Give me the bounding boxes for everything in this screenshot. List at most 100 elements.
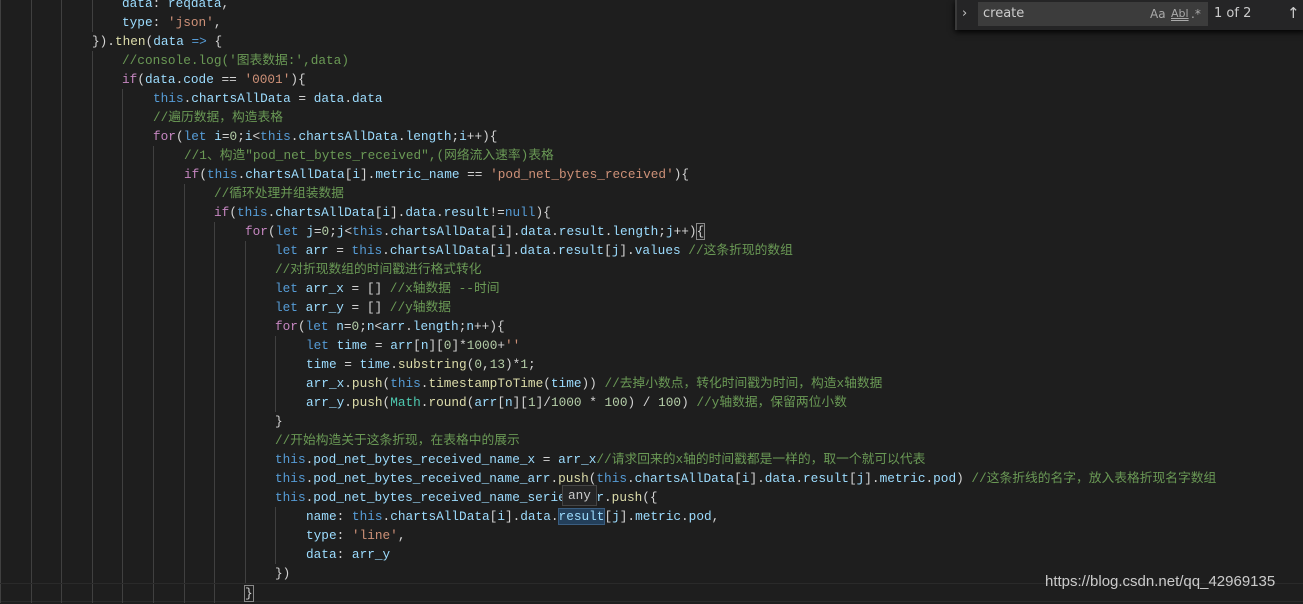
indent-guide xyxy=(31,241,32,260)
code-token: ) xyxy=(681,395,689,410)
indent-guide xyxy=(92,564,93,583)
code-line[interactable]: this.pod_net_bytes_received_name_series_… xyxy=(0,488,1303,507)
code-token: . xyxy=(344,395,352,410)
indent-guide xyxy=(0,545,1,564)
code-line[interactable]: if(this.chartsAllData[i].data.result!=nu… xyxy=(0,203,1303,222)
code-token: . xyxy=(795,471,804,486)
code-line[interactable]: //开始构造关于这条折现，在表格中的展示 xyxy=(0,431,1303,450)
find-input[interactable]: create Aa Abl .* xyxy=(978,2,1208,26)
code-line[interactable]: this.pod_net_bytes_received_name_x = arr… xyxy=(0,450,1303,469)
code-line[interactable]: if(this.chartsAllData[i].metric_name == … xyxy=(0,165,1303,184)
code-token: : xyxy=(152,15,168,30)
indent-guide xyxy=(0,507,1,526)
code-line[interactable]: let arr = this.chartsAllData[i].data.res… xyxy=(0,241,1303,260)
indent-guide xyxy=(0,108,1,127)
code-line[interactable]: for(let n=0;n<arr.length;n++){ xyxy=(0,317,1303,336)
indent-guide xyxy=(184,488,185,507)
indent-guide xyxy=(0,203,1,222)
code-token: i xyxy=(496,243,505,258)
code-token: result xyxy=(803,471,849,486)
code-token: chartsAllData xyxy=(298,129,398,144)
arrow-up-icon[interactable]: ↑ xyxy=(1287,4,1300,22)
indent-guide xyxy=(61,0,62,13)
indent-guide xyxy=(31,336,32,355)
indent-guide xyxy=(153,203,154,222)
find-input-value: create xyxy=(983,6,1025,21)
indent-guide xyxy=(214,298,215,317)
indent-guide xyxy=(214,241,215,260)
indent-guide xyxy=(0,13,1,32)
indent-guide xyxy=(92,393,93,412)
indent-guide xyxy=(31,279,32,298)
code-token: time xyxy=(359,357,391,372)
code-line[interactable]: this.chartsAllData = data.data xyxy=(0,89,1303,108)
indent-guide xyxy=(275,336,276,355)
indent-guide xyxy=(122,184,123,203)
indent-guide xyxy=(153,488,154,507)
code-token: . xyxy=(382,243,390,258)
code-line[interactable]: let time = arr[n][0]*1000+'' xyxy=(0,336,1303,355)
indent-guide xyxy=(92,507,93,526)
indent-guide xyxy=(31,545,32,564)
code-line[interactable]: let arr_y = [] //y轴数据 xyxy=(0,298,1303,317)
code-token: i xyxy=(244,129,253,144)
code-line[interactable]: //对折现数组的时间戳进行格式转化 xyxy=(0,260,1303,279)
code-line[interactable]: type: 'line', xyxy=(0,526,1303,545)
code-line[interactable]: data: arr_y xyxy=(0,545,1303,564)
code-token: . xyxy=(344,376,352,391)
indent-guide xyxy=(184,241,185,260)
indent-guide xyxy=(61,336,62,355)
indent-guide xyxy=(214,431,215,450)
code-token: ][ xyxy=(428,338,444,353)
code-token: . xyxy=(681,509,689,524)
code-text: arr_y.push(Math.round(arr[n][1]/1000 * 1… xyxy=(306,393,847,412)
code-token: arr xyxy=(382,319,406,334)
code-token: data xyxy=(519,243,551,258)
code-line[interactable]: } xyxy=(0,412,1303,431)
indent-guide xyxy=(122,336,123,355)
code-token: }). xyxy=(92,34,115,49)
code-text: //循环处理并组装数据 xyxy=(214,184,344,203)
code-line[interactable]: //循环处理并组装数据 xyxy=(0,184,1303,203)
code-token: let xyxy=(275,243,306,258)
code-line[interactable]: time = time.substring(0,13)*1; xyxy=(0,355,1303,374)
code-token: if xyxy=(184,167,200,182)
indent-guide xyxy=(0,393,1,412)
indent-guide xyxy=(122,355,123,374)
indent-guide xyxy=(0,165,1,184)
indent-guide xyxy=(61,507,62,526)
indent-guide xyxy=(122,146,123,165)
indent-guide xyxy=(92,355,93,374)
code-text: arr_x.push(this.timestampToTime(time)) /… xyxy=(306,374,882,393)
code-line[interactable]: arr_y.push(Math.round(arr[n][1]/1000 * 1… xyxy=(0,393,1303,412)
whole-word-button[interactable]: Abl xyxy=(1171,7,1189,20)
indent-guide xyxy=(92,317,93,336)
code-editor[interactable]: data: reqdata, type: 'json',}).then(data … xyxy=(0,0,1303,604)
indent-guide xyxy=(92,526,93,545)
code-text: let arr_x = [] //x轴数据 --时间 xyxy=(275,279,499,298)
code-line[interactable]: this.pod_net_bytes_received_name_arr.pus… xyxy=(0,469,1303,488)
code-line[interactable]: }).then(data => { xyxy=(0,32,1303,51)
indent-guide xyxy=(0,32,1,51)
code-line[interactable]: //console.log('图表数据:',data) xyxy=(0,51,1303,70)
chevron-right-icon[interactable]: › xyxy=(962,6,967,21)
indent-guide xyxy=(61,584,62,603)
code-line[interactable]: //遍历数据，构造表格 xyxy=(0,108,1303,127)
indent-guide xyxy=(184,260,185,279)
regex-button[interactable]: .* xyxy=(1191,7,1201,21)
code-token: type xyxy=(122,15,153,30)
code-token: ( xyxy=(267,224,276,239)
code-line[interactable]: for(let j=0;j<this.chartsAllData[i].data… xyxy=(0,222,1303,241)
code-line[interactable]: if(data.code == '0001'){ xyxy=(0,70,1303,89)
code-token: ]. xyxy=(390,205,406,220)
code-token: data xyxy=(306,547,337,562)
code-line[interactable]: for(let i=0;i<this.chartsAllData.length;… xyxy=(0,127,1303,146)
code-line[interactable]: //1、构造"pod_net_bytes_received",(网络流入速率)表… xyxy=(0,146,1303,165)
code-line[interactable]: arr_x.push(this.timestampToTime(time)) /… xyxy=(0,374,1303,393)
indent-guide xyxy=(184,393,185,412)
code-line[interactable]: let arr_x = [] //x轴数据 --时间 xyxy=(0,279,1303,298)
indent-guide xyxy=(61,184,62,203)
indent-guide xyxy=(0,241,1,260)
match-case-button[interactable]: Aa xyxy=(1150,7,1166,21)
code-line[interactable]: name: this.chartsAllData[i].data.result[… xyxy=(0,507,1303,526)
